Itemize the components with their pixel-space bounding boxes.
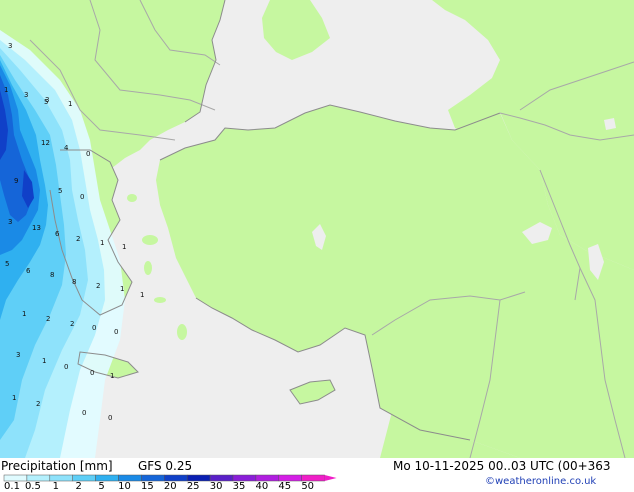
precip-amount-label: 8 — [50, 271, 54, 279]
precip-amount-label: 5 — [44, 98, 48, 106]
precip-amount-label: 0 — [86, 150, 90, 158]
precip-amount-label: 0 — [92, 324, 96, 332]
precip-amount-label: 0 — [114, 328, 118, 336]
precip-amount-label: 1 — [140, 291, 144, 299]
precip-amount-label: 1 — [42, 357, 46, 365]
precip-amount-label: 9 — [14, 177, 18, 185]
land-rhodes — [177, 324, 187, 340]
legend-tick-label: 10 — [118, 481, 131, 492]
precip-amount-label: 4 — [64, 144, 69, 152]
legend-tick-label: 40 — [255, 481, 269, 492]
precip-amount-label: 1 — [12, 394, 16, 402]
precip-amount-label: 2 — [76, 235, 80, 243]
land-lesbos — [142, 235, 158, 245]
precip-amount-label: 3 — [24, 91, 28, 99]
precip-amount-label: 13 — [32, 224, 41, 232]
legend-tick-label: 5 — [98, 481, 105, 492]
precip-amount-label: 12 — [41, 139, 50, 147]
precip-amount-label: 3 — [16, 351, 20, 359]
legend-tick-label: 2 — [75, 481, 82, 492]
footer-model: GFS 0.25 — [138, 459, 193, 473]
precip-amount-label: 3 — [8, 218, 12, 226]
precip-amount-label: 1 — [122, 243, 126, 251]
precip-amount-label: 2 — [36, 400, 40, 408]
precip-amount-label: 5 — [58, 187, 62, 195]
precip-amount-label: 0 — [108, 414, 112, 422]
precip-amount-label: 0 — [64, 363, 68, 371]
precip-amount-label: 1 — [68, 100, 72, 108]
legend-tick-label: 1 — [52, 481, 59, 492]
legend-tick-label: 0.1 — [4, 481, 20, 492]
legend-tick-label: 45 — [278, 481, 292, 492]
legend-tick-label: 30 — [209, 481, 223, 492]
precip-amount-label: 0 — [80, 193, 84, 201]
precip-amount-label: 1 — [110, 372, 114, 380]
legend-tick-label: 0.5 — [24, 481, 41, 492]
precip-amount-label: 1 — [120, 285, 124, 293]
precipitation-map: 333 115124095031362 1 156 88 2 11122 0 03100 1120… — [0, 0, 634, 458]
legend-tick-label: 20 — [163, 481, 177, 492]
precip-amount-label: 6 — [55, 230, 60, 238]
precip-amount-label: 0 — [90, 369, 94, 377]
precip-amount-label: 2 — [70, 320, 74, 328]
map-footer: Precipitation [mm] GFS 0.25 Mo 10-11-202… — [0, 458, 634, 490]
precip-amount-label: 8 — [72, 278, 76, 286]
legend-tick-label: 15 — [141, 481, 154, 492]
footer-credit[interactable]: ©weatheronline.co.uk — [485, 476, 596, 488]
legend-arrow-tip — [324, 475, 337, 481]
land-samos — [154, 297, 166, 303]
legend-tick-label: 35 — [232, 481, 246, 492]
precip-amount-label: 1 — [4, 86, 8, 94]
land-chios — [144, 261, 152, 275]
legend-tick-label: 50 — [301, 481, 315, 492]
precip-amount-label: 1 — [22, 310, 26, 318]
legend-tick-label: 25 — [186, 481, 200, 492]
precip-amount-label: 6 — [26, 267, 31, 275]
precip-amount-label: 3 — [8, 42, 12, 50]
precip-amount-label: 1 — [100, 239, 104, 247]
land-lemnos — [127, 194, 137, 202]
lake-sevan — [604, 118, 616, 130]
precip-amount-label: 5 — [5, 260, 9, 268]
footer-title: Precipitation [mm] — [1, 459, 113, 473]
forecast-map-frame: 3 3 3 1 1 5 12 4 0 9 5 0 3 13 6 2 1 1 5 6 8 8 2 1 1 1 2 2 0 0 3 1 0 0 1 1 2 0… — [0, 0, 634, 492]
precip-amount-label: 2 — [46, 315, 50, 323]
precip-amount-label: 2 — [96, 282, 100, 290]
precip-amount-label: 0 — [82, 409, 86, 417]
footer-valid-time: Mo 10-11-2025 00..03 UTC (00+363 — [393, 459, 611, 473]
